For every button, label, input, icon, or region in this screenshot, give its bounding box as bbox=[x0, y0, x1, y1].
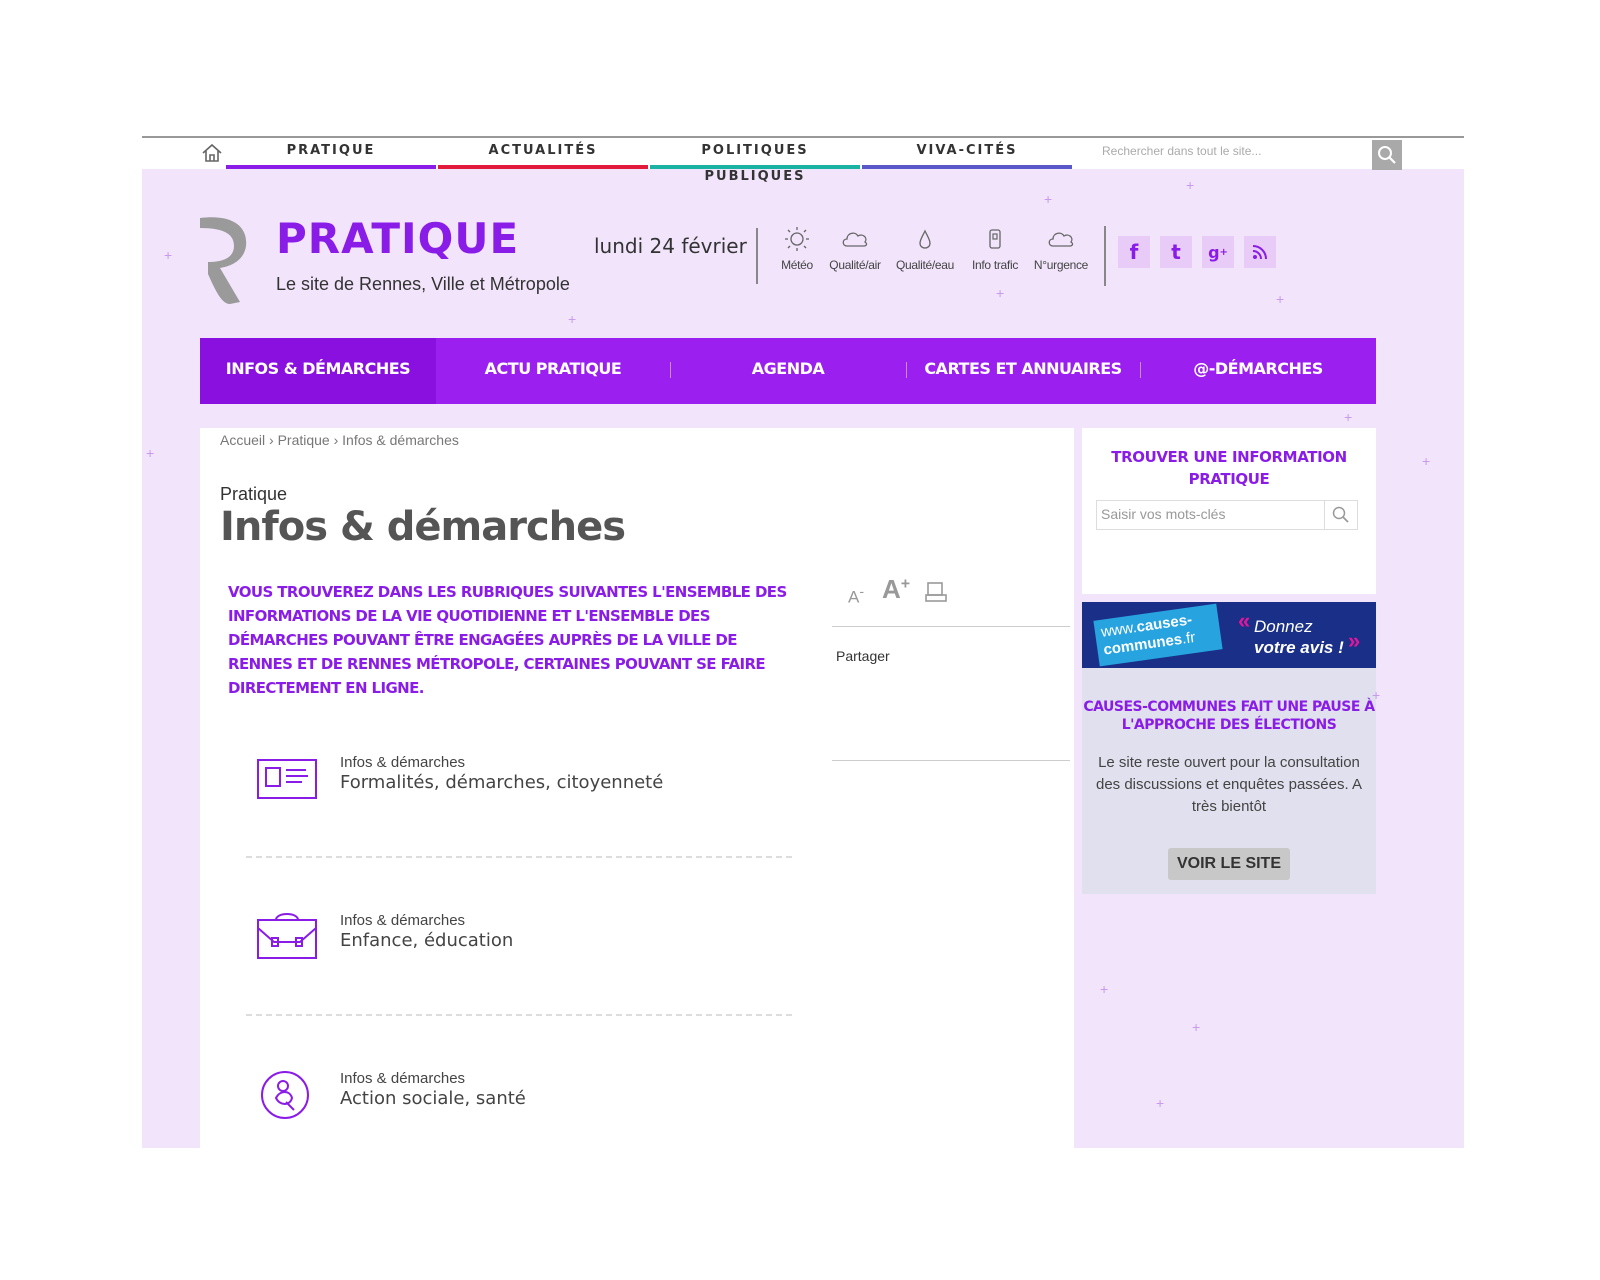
chevron-left-icon: « bbox=[1238, 608, 1251, 633]
main-content: Accueil › Pratique › Infos & démarches P… bbox=[200, 428, 1074, 1148]
card-kicker: Infos & démarches bbox=[340, 912, 466, 929]
tab-politiques-publiques[interactable]: POLITIQUES PUBLIQUES bbox=[650, 138, 860, 184]
share-label[interactable]: Partager bbox=[836, 648, 890, 664]
emergency-number-widget[interactable]: N°urgence bbox=[1026, 226, 1096, 272]
pause-heading: CAUSES-COMMUNES FAIT UNE PAUSE À L'APPRO… bbox=[1083, 699, 1375, 733]
cloud-icon bbox=[842, 232, 868, 247]
water-quality-widget[interactable]: Qualité/eau bbox=[890, 226, 960, 272]
twitter-icon[interactable]: t bbox=[1160, 236, 1192, 268]
water-quality-label: Qualité/eau bbox=[895, 258, 955, 272]
decorative-sparkle: + bbox=[1156, 1095, 1165, 1111]
rennes-logo[interactable] bbox=[196, 212, 256, 308]
card-kicker: Infos & démarches bbox=[340, 754, 466, 771]
causes-communes-banner[interactable]: www.causes-communes.fr « Donnez votre avi… bbox=[1082, 602, 1376, 668]
decorative-sparkle: + bbox=[1192, 1019, 1201, 1035]
air-quality-widget[interactable]: Qualité/air bbox=[820, 226, 890, 272]
site-title[interactable]: PRATIQUE bbox=[276, 214, 519, 263]
banner-cta: Donnez votre avis ! bbox=[1254, 617, 1344, 657]
page-title: Infos & démarches bbox=[220, 504, 626, 550]
facebook-icon[interactable]: f bbox=[1118, 236, 1150, 268]
font-increase-button[interactable]: A+ bbox=[882, 574, 910, 605]
print-icon[interactable] bbox=[924, 580, 948, 604]
current-date: lundi 24 février bbox=[594, 234, 747, 258]
decorative-sparkle: + bbox=[164, 247, 173, 263]
header-divider bbox=[756, 228, 758, 284]
card-title[interactable]: Enfance, éducation bbox=[340, 930, 513, 951]
intro-text: VOUS TROUVEREZ DANS LES RUBRIQUES SUIVAN… bbox=[228, 583, 787, 697]
chevron-right-icon: » bbox=[1348, 628, 1361, 653]
category-card-enfance[interactable]: Infos & démarches Enfance, éducation bbox=[246, 910, 806, 990]
emergency-number-label: N°urgence bbox=[1033, 258, 1089, 272]
decorative-sparkle: + bbox=[1422, 453, 1431, 469]
voir-le-site-button[interactable]: VOIR LE SITE bbox=[1168, 848, 1290, 880]
find-info-heading: TROUVER UNE INFORMATION PRATIQUE bbox=[1111, 448, 1347, 488]
social-health-icon bbox=[261, 1071, 309, 1119]
traffic-info-widget[interactable]: Info trafic bbox=[960, 226, 1030, 272]
traffic-info-label: Info trafic bbox=[971, 258, 1019, 272]
breadcrumb[interactable]: Accueil › Pratique › Infos & démarches bbox=[220, 432, 459, 448]
causes-communes-panel: CAUSES-COMMUNES FAIT UNE PAUSE À L'APPRO… bbox=[1082, 668, 1376, 894]
header-divider-2 bbox=[1104, 226, 1106, 286]
tab-actualites[interactable]: ACTUALITÉS bbox=[438, 138, 648, 169]
decorative-sparkle: + bbox=[1044, 191, 1053, 207]
page-kicker: Pratique bbox=[220, 484, 288, 504]
tab-pratique[interactable]: PRATIQUE bbox=[226, 138, 436, 169]
water-drop-icon bbox=[919, 229, 931, 249]
decorative-sparkle: + bbox=[146, 445, 155, 461]
air-quality-label: Qualité/air bbox=[829, 258, 881, 272]
category-card-action-sociale[interactable]: Infos & démarches Action sociale, santé bbox=[246, 1068, 806, 1148]
decorative-sparkle: + bbox=[1100, 981, 1109, 997]
decorative-sparkle: + bbox=[996, 285, 1005, 301]
card-title[interactable]: Formalités, démarches, citoyenneté bbox=[340, 772, 663, 793]
site-subtitle: Le site de Rennes, Ville et Métropole bbox=[276, 274, 570, 294]
top-navigation: PRATIQUE ACTUALITÉS POLITIQUES PUBLIQUES… bbox=[142, 136, 1464, 184]
decorative-sparkle: + bbox=[1276, 291, 1285, 307]
find-info-panel: TROUVER UNE INFORMATION PRATIQUE bbox=[1082, 428, 1376, 594]
share-divider bbox=[832, 760, 1070, 761]
school-bag-icon bbox=[257, 913, 317, 959]
decorative-sparkle: + bbox=[1372, 687, 1381, 703]
decorative-sparkle: + bbox=[1186, 177, 1195, 193]
card-separator bbox=[246, 1014, 792, 1016]
keyword-search bbox=[1096, 500, 1358, 530]
sun-icon bbox=[785, 227, 809, 251]
home-icon[interactable] bbox=[200, 142, 224, 164]
pause-text: Le site reste ouvert pour la consultatio… bbox=[1095, 754, 1362, 815]
nav-infos-demarches[interactable]: INFOS & DÉMARCHES bbox=[200, 338, 436, 404]
tools-divider bbox=[832, 626, 1070, 627]
nav-cartes-annuaires[interactable]: CARTES ET ANNUAIRES bbox=[906, 338, 1140, 404]
nav-e-demarches[interactable]: @-DÉMARCHES bbox=[1140, 338, 1376, 404]
google-plus-icon[interactable]: g + bbox=[1202, 236, 1234, 268]
keyword-search-input[interactable] bbox=[1097, 501, 1325, 527]
rss-icon[interactable] bbox=[1244, 236, 1276, 268]
search-icon bbox=[1378, 146, 1396, 164]
main-navigation: INFOS & DÉMARCHES ACTU PRATIQUE AGENDA C… bbox=[200, 338, 1376, 404]
search-icon bbox=[1332, 506, 1349, 523]
decorative-sparkle: + bbox=[1344, 409, 1353, 425]
weather-label: Météo bbox=[781, 258, 813, 272]
emergency-icon bbox=[1048, 232, 1074, 247]
page-frame: PRATIQUE ACTUALITÉS POLITIQUES PUBLIQUES… bbox=[142, 136, 1464, 1148]
card-title[interactable]: Action sociale, santé bbox=[340, 1088, 526, 1109]
category-card-formalites[interactable]: Infos & démarches Formalités, démarches,… bbox=[246, 752, 806, 832]
nav-actu-pratique[interactable]: ACTU PRATIQUE bbox=[436, 338, 670, 404]
tab-viva-cites[interactable]: VIVA-CITÉS bbox=[862, 138, 1072, 169]
causes-communes-logo: www.causes-communes.fr bbox=[1093, 603, 1223, 667]
site-search-button[interactable] bbox=[1372, 140, 1402, 170]
font-decrease-button[interactable]: A- bbox=[848, 584, 864, 608]
nav-agenda[interactable]: AGENDA bbox=[670, 338, 906, 404]
decorative-sparkle: + bbox=[568, 311, 577, 327]
traffic-icon bbox=[989, 229, 1001, 249]
site-search-input[interactable] bbox=[1098, 138, 1366, 164]
card-separator bbox=[246, 856, 792, 858]
keyword-search-button[interactable] bbox=[1324, 501, 1357, 529]
id-card-icon bbox=[257, 759, 317, 799]
card-kicker: Infos & démarches bbox=[340, 1070, 466, 1087]
